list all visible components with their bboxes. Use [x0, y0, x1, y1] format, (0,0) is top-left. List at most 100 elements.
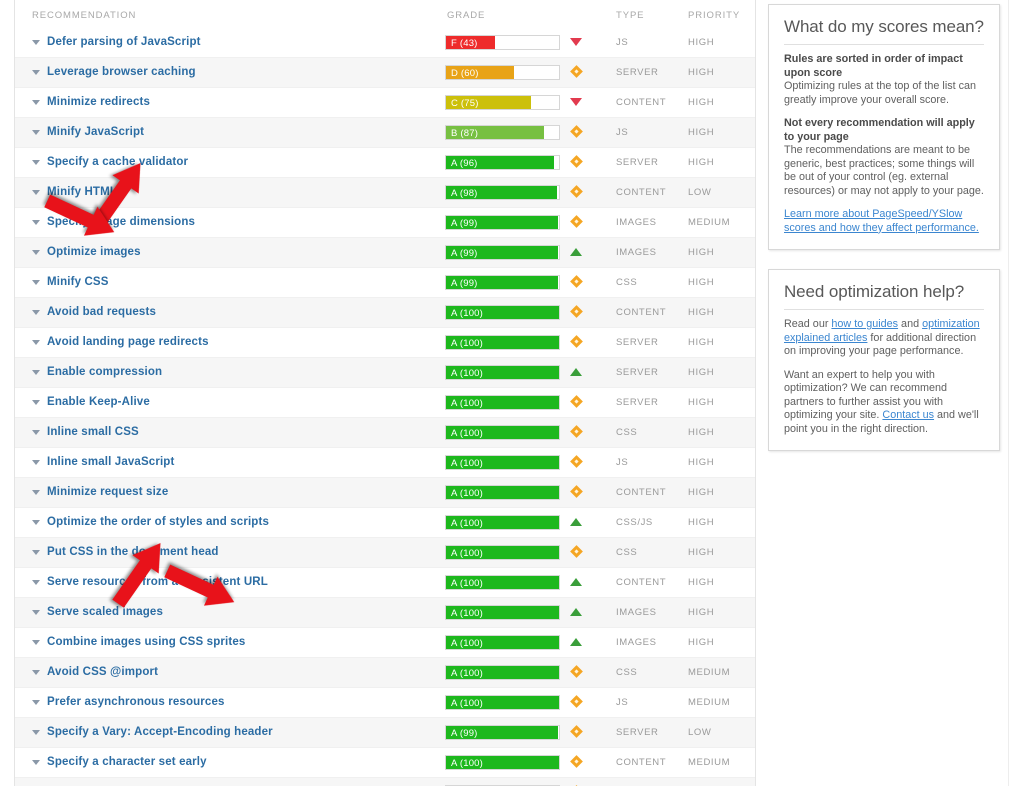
table-row[interactable]: Avoid landing page redirectsA (100)SERVE…: [15, 328, 755, 358]
expand-caret-icon[interactable]: [32, 340, 40, 345]
expand-caret-icon[interactable]: [32, 760, 40, 765]
recommendation-link[interactable]: Combine images using CSS sprites: [47, 636, 245, 648]
table-row[interactable]: Optimize the order of styles and scripts…: [15, 508, 755, 538]
expand-caret-icon[interactable]: [32, 280, 40, 285]
diamond-icon: [569, 425, 585, 440]
table-row[interactable]: Avoid CSS @importA (100)CSSMEDIUM: [15, 658, 755, 688]
table-row[interactable]: Enable compressionA (100)SERVERHIGH: [15, 358, 755, 388]
expand-caret-icon[interactable]: [32, 160, 40, 165]
type-cell: CSS: [616, 277, 637, 288]
grade-label: C (75): [451, 98, 479, 109]
recommendation-link[interactable]: Specify a character set early: [47, 756, 207, 768]
diamond-icon: [569, 305, 585, 320]
recommendation-link[interactable]: Optimize the order of styles and scripts: [47, 516, 269, 528]
scores-card-text-1: Optimizing rules at the top of the list …: [784, 80, 976, 106]
chevron-up-glyph: [570, 368, 582, 376]
how-to-guides-link[interactable]: how to guides: [831, 318, 898, 330]
table-row[interactable]: Minify HTMLA (98)CONTENTLOW: [15, 178, 755, 208]
recommendation-link[interactable]: Avoid bad requests: [47, 306, 156, 318]
expand-caret-icon[interactable]: [32, 490, 40, 495]
grade-bar: A (99): [445, 275, 560, 290]
grade-label: A (100): [451, 338, 483, 349]
expand-caret-icon[interactable]: [32, 580, 40, 585]
expand-caret-icon[interactable]: [32, 310, 40, 315]
table-row[interactable]: Inline small JavaScriptA (100)JSHIGH: [15, 448, 755, 478]
type-cell: CSS: [616, 547, 637, 558]
diamond-icon: [569, 755, 585, 770]
expand-caret-icon[interactable]: [32, 670, 40, 675]
recommendation-link[interactable]: Avoid landing page redirects: [47, 336, 209, 348]
table-row[interactable]: Minimize request sizeA (100)CONTENTHIGH: [15, 478, 755, 508]
recommendation-link[interactable]: Specify a Vary: Accept-Encoding header: [47, 726, 273, 738]
recommendation-link[interactable]: Enable Keep-Alive: [47, 396, 150, 408]
diamond-icon: [569, 695, 585, 710]
contact-us-link[interactable]: Contact us: [882, 409, 934, 421]
table-row[interactable]: Minify JavaScriptB (87)JSHIGH: [15, 118, 755, 148]
table-row[interactable]: Specify a character set earlyA (100)CONT…: [15, 748, 755, 778]
recommendation-link[interactable]: Defer parsing of JavaScript: [47, 36, 201, 48]
priority-cell: LOW: [688, 187, 711, 198]
diamond-icon: [569, 155, 585, 170]
recommendation-link[interactable]: Specify image dimensions: [47, 216, 195, 228]
table-row[interactable]: Combine images using CSS spritesA (100)I…: [15, 628, 755, 658]
expand-caret-icon[interactable]: [32, 250, 40, 255]
table-row[interactable]: Serve scaled imagesA (100)IMAGESHIGH: [15, 598, 755, 628]
table-row[interactable]: Leverage browser cachingD (60)SERVERHIGH: [15, 58, 755, 88]
expand-caret-icon[interactable]: [32, 130, 40, 135]
recommendation-link[interactable]: Minify JavaScript: [47, 126, 144, 138]
grade-label: A (100): [451, 398, 483, 409]
expand-caret-icon[interactable]: [32, 40, 40, 45]
expand-caret-icon[interactable]: [32, 610, 40, 615]
grade-bar: D (60): [445, 65, 560, 80]
recommendation-link[interactable]: Serve scaled images: [47, 606, 163, 618]
expand-caret-icon[interactable]: [32, 700, 40, 705]
expand-caret-icon[interactable]: [32, 640, 40, 645]
expand-caret-icon[interactable]: [32, 220, 40, 225]
expand-caret-icon[interactable]: [32, 100, 40, 105]
recommendation-link[interactable]: Minify HTML: [47, 186, 117, 198]
table-row[interactable]: Specify a cache validatorA (96)SERVERHIG…: [15, 148, 755, 178]
recommendation-link[interactable]: Avoid CSS @import: [47, 666, 158, 678]
diamond-glyph: [570, 485, 583, 498]
recommendation-link[interactable]: Minify CSS: [47, 276, 109, 288]
table-row[interactable]: Prefer asynchronous resourcesA (100)JSME…: [15, 688, 755, 718]
grade-bar: A (100): [445, 575, 560, 590]
expand-caret-icon[interactable]: [32, 190, 40, 195]
diamond-glyph: [570, 695, 583, 708]
expand-caret-icon[interactable]: [32, 370, 40, 375]
recommendation-link[interactable]: Inline small JavaScript: [47, 456, 174, 468]
table-row[interactable]: Inline small CSSA (100)CSSHIGH: [15, 418, 755, 448]
table-row[interactable]: Enable Keep-AliveA (100)SERVERHIGH: [15, 388, 755, 418]
table-row[interactable]: Minimize redirectsC (75)CONTENTHIGH: [15, 88, 755, 118]
table-row[interactable]: Specify image dimensionsA (99)IMAGESMEDI…: [15, 208, 755, 238]
expand-caret-icon[interactable]: [32, 430, 40, 435]
recommendation-link[interactable]: Put CSS in the document head: [47, 546, 219, 558]
table-row[interactable]: Minify CSSA (99)CSSHIGH: [15, 268, 755, 298]
table-row[interactable]: Optimize imagesA (99)IMAGESHIGH: [15, 238, 755, 268]
table-row[interactable]: Put CSS in the document headA (100)CSSHI…: [15, 538, 755, 568]
expand-caret-icon[interactable]: [32, 730, 40, 735]
recommendation-link[interactable]: Prefer asynchronous resources: [47, 696, 225, 708]
learn-more-link[interactable]: Learn more about PageSpeed/YSlow scores …: [784, 208, 979, 234]
recommendation-link[interactable]: Specify a cache validator: [47, 156, 188, 168]
expand-caret-icon[interactable]: [32, 520, 40, 525]
table-row[interactable]: Avoid a character set in the meta tagA (…: [15, 778, 755, 786]
type-cell: JS: [616, 37, 628, 48]
table-row[interactable]: Avoid bad requestsA (100)CONTENTHIGH: [15, 298, 755, 328]
recommendation-link[interactable]: Leverage browser caching: [47, 66, 196, 78]
expand-caret-icon[interactable]: [32, 400, 40, 405]
recommendation-link[interactable]: Minimize redirects: [47, 96, 150, 108]
type-cell: CSS/JS: [616, 517, 653, 528]
recommendation-link[interactable]: Minimize request size: [47, 486, 168, 498]
recommendation-link[interactable]: Enable compression: [47, 366, 162, 378]
recommendation-link[interactable]: Inline small CSS: [47, 426, 139, 438]
recommendation-link[interactable]: Serve resources from a consistent URL: [47, 576, 268, 588]
recommendation-link[interactable]: Optimize images: [47, 246, 141, 258]
expand-caret-icon[interactable]: [32, 550, 40, 555]
table-row[interactable]: Serve resources from a consistent URL A (…: [15, 568, 755, 598]
priority-cell: HIGH: [688, 97, 714, 108]
table-row[interactable]: Defer parsing of JavaScriptF (43)JSHIGH: [15, 28, 755, 58]
table-row[interactable]: Specify a Vary: Accept-Encoding headerA …: [15, 718, 755, 748]
expand-caret-icon[interactable]: [32, 460, 40, 465]
expand-caret-icon[interactable]: [32, 70, 40, 75]
